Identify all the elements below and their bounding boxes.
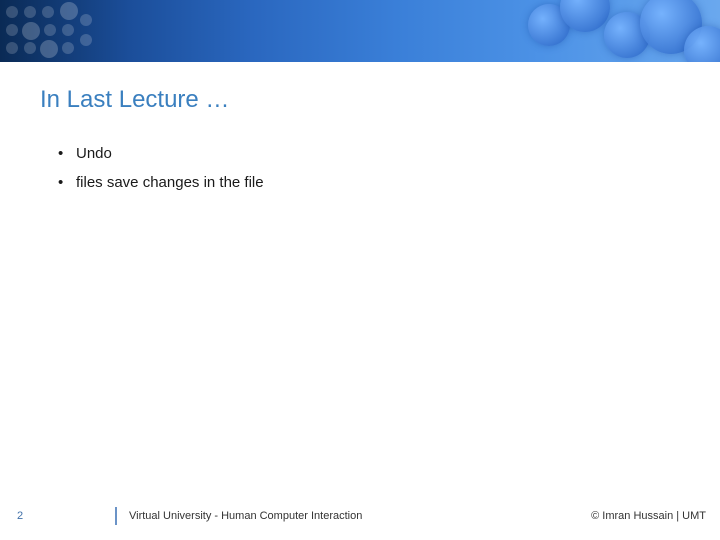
bullet-text: files save changes in the file xyxy=(76,174,264,191)
list-item: Undo xyxy=(54,140,680,169)
footer: 2 Virtual University - Human Computer In… xyxy=(0,504,720,528)
slide: In Last Lecture … Undo files save change… xyxy=(0,0,720,540)
header-banner xyxy=(0,0,720,62)
slide-title: In Last Lecture … xyxy=(40,86,229,114)
bullet-list: Undo files save changes in the file xyxy=(54,140,680,197)
footer-divider xyxy=(115,507,117,525)
banner-dot-pattern xyxy=(0,0,140,62)
bullet-text: Undo xyxy=(76,145,112,162)
banner-bubbles xyxy=(500,0,720,62)
footer-course: Virtual University - Human Computer Inte… xyxy=(129,510,591,522)
list-item: files save changes in the file xyxy=(54,169,680,198)
footer-copyright: © Imran Hussain | UMT xyxy=(591,510,720,522)
page-number: 2 xyxy=(0,510,40,522)
